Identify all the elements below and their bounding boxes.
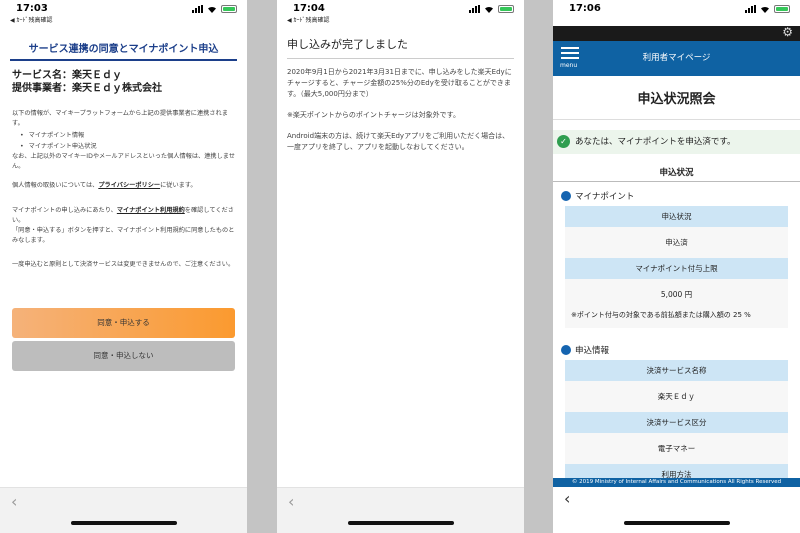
status-time: 17:06 [569,3,601,14]
table-cell: 5,000 円 [565,279,788,310]
chevron-left-icon[interactable]: ‹ [11,492,17,511]
exclusion-note: ※楽天ポイントからのポイントチャージは対象外です。 [287,111,460,119]
table-cell: 申込済 [565,227,788,258]
warning-text: 一度申込むと原則として決済サービスは変更できませんので、ご注意ください。 [12,261,235,268]
back-to-app-link[interactable]: ◀ ｶｰﾄﾞ残高確認 [287,15,330,24]
application-heading: 申込情報 [561,344,800,356]
list-item: マイナポイント申込状況 [20,141,235,152]
signal-icon [469,5,480,13]
disagree-button[interactable]: 同意・申込しない [12,341,235,371]
battery-icon [774,5,790,13]
wifi-icon [208,6,216,13]
page-title: サービス連携の同意とマイナポイント申込 [10,40,237,61]
agree-apply-button[interactable]: 同意・申込する [12,308,235,338]
browser-toolbar: ‹ [553,487,800,533]
copyright-footer: © 2019 Ministry of Internal Affairs and … [553,478,800,487]
page-title: 申込状況照会 [553,76,800,120]
alert-text: あなたは、マイナポイントを申込済です。 [575,137,736,147]
signal-icon [192,5,203,13]
status-icons [469,5,514,13]
status-icons [745,5,790,13]
service-provider: 提供事業者：楽天Ｅｄｙ株式会社 [12,83,162,94]
limit-note: ※ポイント付与の対象である前払額または購入額の 25 % [565,310,788,328]
mynapoint-heading: マイナポイント [561,190,800,202]
check-circle-icon: ✓ [557,135,570,148]
gear-icon[interactable]: ⚙ [782,25,793,39]
section-title: 申込状況 [553,166,800,182]
table-header: 決済サービス区分 [565,412,788,433]
privacy-policy-link[interactable]: プライバシーポリシー [98,182,160,189]
terms-text: マイナポイントの申し込みにあたり、マイナポイント利用規約を確認してください。 [12,207,234,224]
status-bar: 17:03 ◀ ｶｰﾄﾞ残高確認 [0,0,247,26]
browser-toolbar: ‹ [0,487,247,533]
table-header: 申込状況 [565,206,788,227]
status-bar: 17:06 [553,0,800,26]
back-to-app-link[interactable]: ◀ ｶｰﾄﾞ残高確認 [10,15,53,24]
menu-label: menu [560,62,578,69]
note-text: なお、上記以外のマイキーIDやメールアドレスといった個人情報は、連携しません。 [12,153,235,170]
hamburger-menu-icon[interactable]: menu [560,47,579,69]
table-header: 決済サービス名称 [565,360,788,381]
wifi-icon [485,6,493,13]
android-note: Android端末の方は、続けて楽天Edyアプリをご利用いただく場合は、一度アプ… [287,132,510,151]
terms-link[interactable]: マイナポイント利用規約 [117,207,185,214]
shared-info-list: マイナポイント情報 マイナポイント申込状況 [20,130,235,152]
top-strip: ⚙ [553,25,800,41]
home-indicator [623,521,730,525]
signal-icon [745,5,756,13]
table-cell: 楽天Ｅｄｙ [565,381,788,412]
battery-icon [498,5,514,13]
bullet-icon [561,345,571,355]
list-item: マイナポイント情報 [20,130,235,141]
header-title: 利用者マイページ [642,53,711,63]
phone-screen-mypage: 17:06 ⚙ menu 利用者マイページ 申込状況照会 ✓ あなたは、マイナポ… [553,0,800,533]
intro-text: 以下の情報が、マイキープラットフォームから上記の提供事業者に連携されます。 [12,110,228,127]
browser-toolbar: ‹ [277,487,524,533]
mynapoint-table: 申込状況 申込済 マイナポイント付与上限 5,000 円 ※ポイント付与の対象で… [565,206,788,328]
status-bar: 17:04 ◀ ｶｰﾄﾞ残高確認 [277,0,524,26]
status-time: 17:03 [16,3,48,14]
application-table: 決済サービス名称 楽天Ｅｄｙ 決済サービス区分 電子マネー 利用方法 [565,360,788,485]
table-header: マイナポイント付与上限 [565,258,788,279]
phone-screen-consent: 17:03 ◀ ｶｰﾄﾞ残高確認 サービス連携の同意とマイナポイント申込 サービ… [0,0,247,533]
status-time: 17:04 [293,3,325,14]
phone-screen-complete: 17:04 ◀ ｶｰﾄﾞ残高確認 申し込みが完了しました 2020年9月1日から… [277,0,524,533]
chevron-left-icon[interactable]: ‹ [288,492,294,511]
agree-note: 「同意・申込する」ボタンを押すと、マイナポイント利用規約に同意したものとみなしま… [12,227,235,244]
status-icons [192,5,237,13]
chevron-left-icon[interactable]: ‹ [564,489,570,508]
battery-icon [221,5,237,13]
wifi-icon [761,6,769,13]
site-header: menu 利用者マイページ [553,41,800,76]
service-info: サービス名：楽天Ｅｄｙ 提供事業者：楽天Ｅｄｙ株式会社 [12,69,235,95]
home-indicator [347,521,454,525]
page-title: 申し込みが完了しました [287,36,514,59]
privacy-text: 個人情報の取扱いについては、プライバシーポリシーに従います。 [12,182,197,189]
home-indicator [70,521,177,525]
bullet-icon [561,191,571,201]
completion-text: 2020年9月1日から2021年3月31日までに、申し込みをした楽天Edyにチャ… [287,68,512,98]
table-cell: 電子マネー [565,433,788,464]
service-name: サービス名：楽天Ｅｄｙ [12,70,122,81]
success-alert: ✓ あなたは、マイナポイントを申込済です。 [553,130,800,154]
